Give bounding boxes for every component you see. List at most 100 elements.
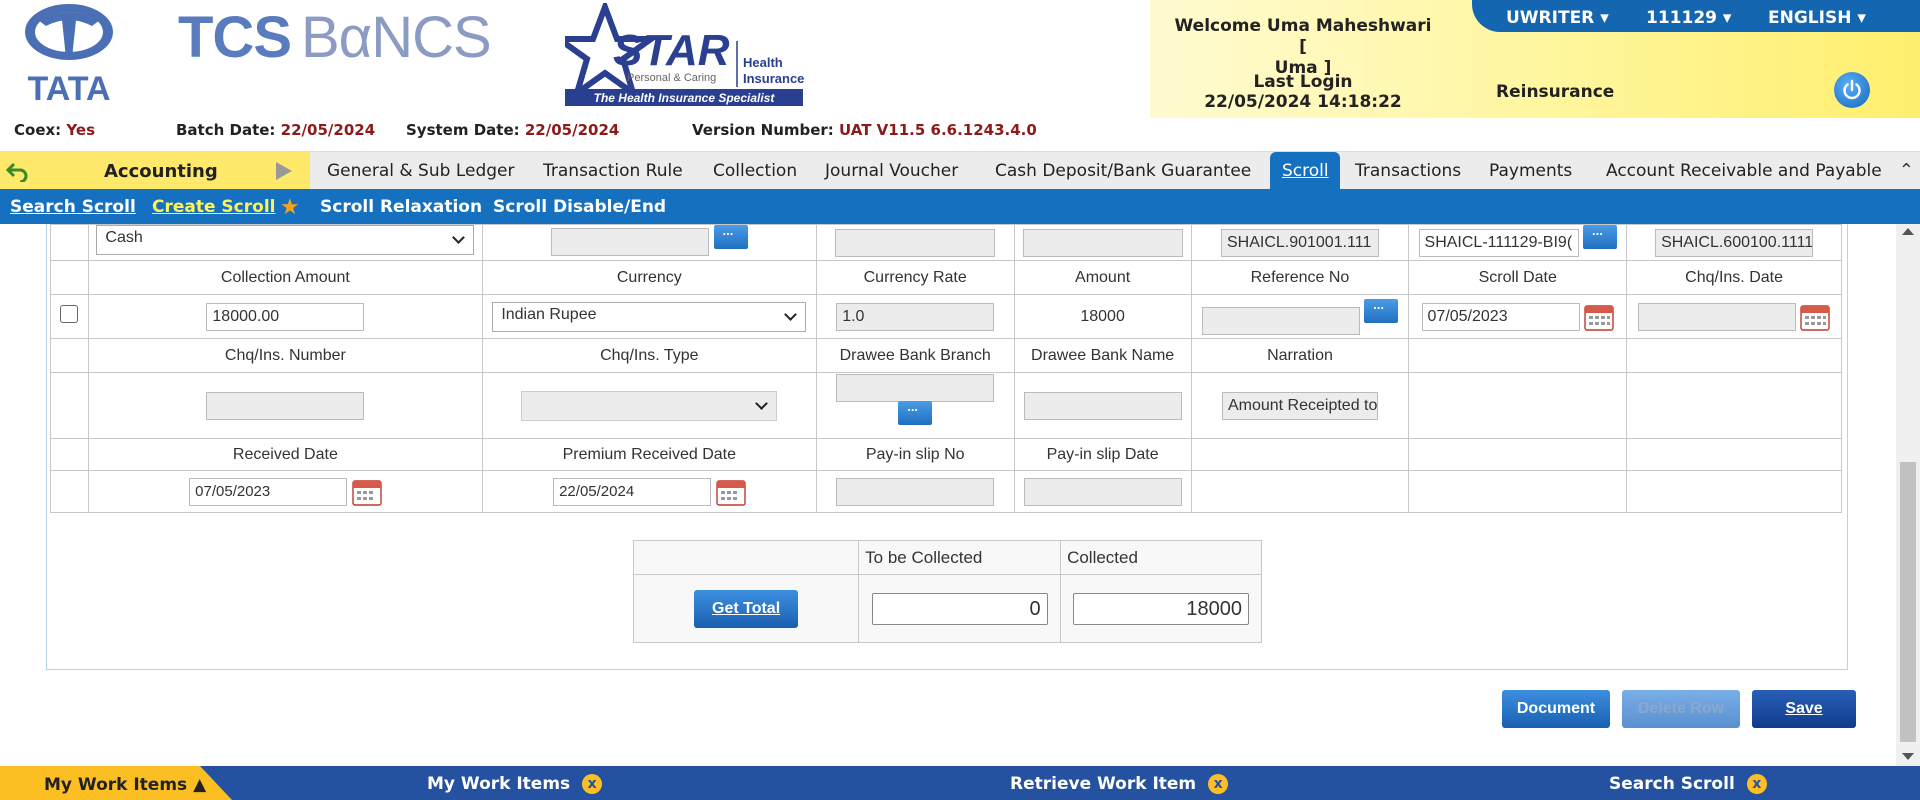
table-row: Amount Receipted to xyxy=(50,372,1842,439)
vertical-scrollbar[interactable] xyxy=(1896,224,1920,766)
forward-arrow-icon[interactable] xyxy=(276,162,292,180)
my-work-items-tab[interactable]: My Work Items ▲ xyxy=(0,766,232,800)
welcome-message: Welcome Uma Maheshwari [ Uma ] xyxy=(1174,16,1432,78)
header-narration: Narration xyxy=(1190,338,1410,373)
pay-in-slip-date-input[interactable] xyxy=(1023,477,1182,506)
top-input-1[interactable] xyxy=(551,227,710,256)
user-settings-bar: UWRITER ▾ 111129 ▾ ENGLISH ▾ xyxy=(1472,0,1920,32)
premium-received-date-input[interactable]: 22/05/2024 xyxy=(553,477,712,506)
my-work-items-link[interactable]: My Work Items x xyxy=(427,774,603,794)
nav-account-receivable-payable[interactable]: Account Receivable and Payable xyxy=(1606,161,1882,181)
favorite-star-icon[interactable]: ★ xyxy=(280,194,300,220)
close-icon[interactable]: x xyxy=(1208,774,1229,794)
header-pay-in-slip-date: Pay-in slip Date xyxy=(1013,438,1192,471)
top-input-3[interactable] xyxy=(1022,228,1183,257)
header-amount: Amount xyxy=(1013,260,1192,295)
chq-date-input[interactable] xyxy=(1637,302,1796,331)
currency-select[interactable]: Indian Rupee xyxy=(492,301,807,332)
nav-transactions[interactable]: Transactions xyxy=(1355,161,1461,181)
get-total-button[interactable]: Get Total xyxy=(694,589,799,628)
system-date-info: System Date: 22/05/2024 xyxy=(406,121,620,139)
top-input-2[interactable] xyxy=(835,228,996,257)
svg-text:Health: Health xyxy=(743,55,783,70)
tcs-bancs-logo: TCS BαNCS xyxy=(178,5,492,70)
nav-transaction-rule[interactable]: Transaction Rule xyxy=(543,161,683,181)
nav-payments[interactable]: Payments xyxy=(1489,161,1572,181)
collected-input[interactable]: 18000 xyxy=(1073,592,1250,625)
scroll-down-arrow-icon[interactable] xyxy=(1902,753,1914,760)
payment-mode-select[interactable]: Cash xyxy=(96,224,475,255)
table-row: Get Total 0 18000 xyxy=(632,574,1262,643)
lookup-icon[interactable] xyxy=(1582,224,1617,249)
close-icon[interactable]: x xyxy=(1746,774,1767,794)
svg-text:The Health Insurance Specialis: The Health Insurance Specialist xyxy=(594,91,776,105)
header-received-date: Received Date xyxy=(87,438,483,471)
branch-dropdown[interactable]: 111129 ▾ xyxy=(1646,8,1731,28)
nav-scroll-active[interactable]: Scroll xyxy=(1270,152,1340,190)
lookup-icon[interactable] xyxy=(898,399,933,425)
scroll-up-arrow-icon[interactable] xyxy=(1902,228,1914,235)
row-select-checkbox[interactable] xyxy=(60,305,79,323)
retrieve-work-item-link[interactable]: Retrieve Work Item x xyxy=(1010,774,1229,794)
chq-type-select[interactable] xyxy=(521,390,778,421)
table-header-row: Collection Amount Currency Currency Rate… xyxy=(50,260,1842,295)
sub-scroll-relaxation[interactable]: Scroll Relaxation xyxy=(320,197,482,217)
lookup-icon[interactable] xyxy=(713,224,748,249)
to-be-collected-input[interactable]: 0 xyxy=(871,592,1048,625)
header-drawee-bank-name: Drawee Bank Name xyxy=(1013,338,1192,373)
drawee-bank-name-input[interactable] xyxy=(1023,391,1182,420)
nav-journal-voucher[interactable]: Journal Voucher xyxy=(825,161,958,181)
top-reference-3[interactable]: SHAICL.600100.1111 xyxy=(1655,228,1814,257)
scroll-date-input[interactable]: 07/05/2023 xyxy=(1421,302,1580,331)
received-date-input[interactable]: 07/05/2023 xyxy=(189,477,348,506)
svg-text:TATA: TATA xyxy=(27,70,110,104)
nav-general-sub-ledger[interactable]: General & Sub Ledger xyxy=(327,161,514,181)
search-scroll-link[interactable]: Search Scroll x xyxy=(1609,774,1767,794)
svg-text:Insurance: Insurance xyxy=(743,71,804,86)
content-area: Cash SHAICL.901001.111 SHAICL-111129-BI9… xyxy=(0,224,1896,766)
accounting-module-tab[interactable]: Accounting xyxy=(0,152,310,190)
document-button[interactable]: Document xyxy=(1502,690,1610,728)
sub-search-scroll[interactable]: Search Scroll xyxy=(10,197,136,217)
batch-date-info: Batch Date: 22/05/2024 xyxy=(176,121,376,139)
header-currency: Currency xyxy=(481,260,817,295)
header-currency-rate: Currency Rate xyxy=(815,260,1015,295)
accounting-label: Accounting xyxy=(104,161,218,182)
calendar-icon[interactable] xyxy=(351,478,382,506)
pay-in-slip-no-input[interactable] xyxy=(836,477,995,506)
role-dropdown[interactable]: UWRITER ▾ xyxy=(1506,8,1609,28)
logout-power-icon[interactable] xyxy=(1834,72,1870,108)
nav-cash-deposit-bank-guarantee[interactable]: Cash Deposit/Bank Guarantee xyxy=(995,161,1251,181)
table-header-row: Received Date Premium Received Date Pay-… xyxy=(50,438,1842,471)
delete-row-button[interactable]: Delete Row xyxy=(1622,690,1740,728)
close-icon[interactable]: x xyxy=(582,774,603,794)
nav-collection[interactable]: Collection xyxy=(713,161,797,181)
header-to-be-collected: To be Collected xyxy=(858,540,1062,575)
sub-scroll-disable-end[interactable]: Scroll Disable/End xyxy=(493,197,666,217)
currency-rate-input[interactable]: 1.0 xyxy=(836,302,995,331)
chq-number-input[interactable] xyxy=(206,391,365,420)
header-chq-type: Chq/Ins. Type xyxy=(481,338,817,373)
calendar-icon[interactable] xyxy=(715,478,746,506)
tata-logo: TATA xyxy=(25,4,113,104)
reference-no-input[interactable] xyxy=(1201,306,1360,335)
language-dropdown[interactable]: ENGLISH ▾ xyxy=(1768,8,1866,28)
sub-create-scroll[interactable]: Create Scroll xyxy=(152,197,275,217)
svg-text:Personal & Caring: Personal & Caring xyxy=(627,72,716,84)
save-button[interactable]: Save xyxy=(1752,690,1856,728)
header-chq-number: Chq/Ins. Number xyxy=(87,338,483,373)
lookup-icon[interactable] xyxy=(1364,297,1399,323)
main-navigation: Accounting General & Sub Ledger Transact… xyxy=(0,151,1920,190)
collection-amount-input[interactable]: 18000.00 xyxy=(206,302,365,331)
star-health-logo: STAR Personal & Caring Health Insurance … xyxy=(565,3,804,106)
calendar-icon[interactable] xyxy=(1800,303,1830,331)
back-arrow-icon[interactable] xyxy=(6,160,28,182)
narration-input[interactable]: Amount Receipted to xyxy=(1221,391,1378,420)
calendar-icon[interactable] xyxy=(1584,303,1614,331)
scrollbar-thumb[interactable] xyxy=(1900,462,1916,742)
top-reference-2[interactable]: SHAICL-111129-BI9( xyxy=(1418,228,1579,257)
header-collected: Collected xyxy=(1060,540,1262,575)
coex-info: Coex: Yes xyxy=(14,121,95,139)
top-reference-1[interactable]: SHAICL.901001.111 xyxy=(1220,228,1379,257)
collapse-up-icon[interactable]: ⌃ xyxy=(1899,160,1914,181)
